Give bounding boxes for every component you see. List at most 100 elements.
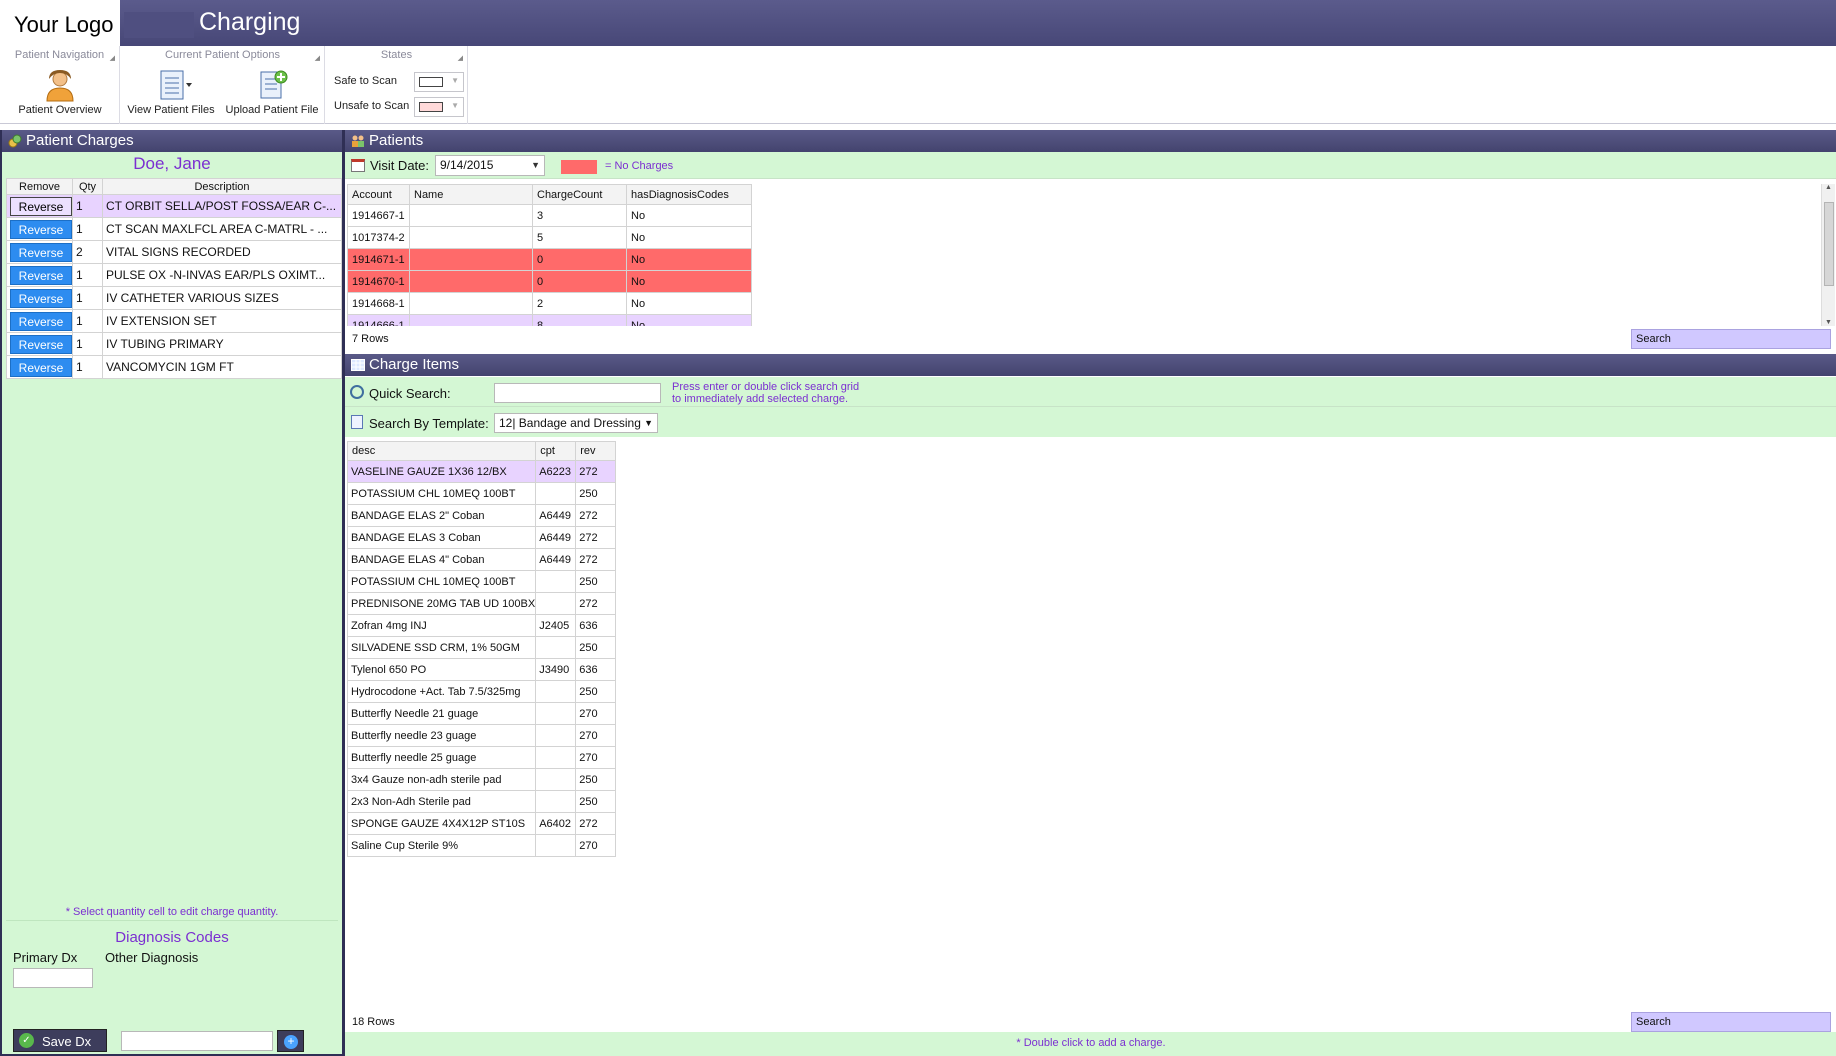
safe-color-picker[interactable]: ▼: [414, 72, 464, 92]
patient-row[interactable]: 1914670-1 0 No: [347, 270, 752, 293]
group-expand-icon[interactable]: ◢: [458, 54, 463, 62]
patient-row[interactable]: 1017374-2 5 No: [347, 226, 752, 249]
chevron-down-icon: ▼: [451, 101, 459, 110]
column-header-rev[interactable]: rev: [575, 441, 617, 461]
hasdiagnosiscodes-cell: No: [626, 270, 752, 293]
chevron-down-icon[interactable]: ▼: [531, 156, 540, 175]
charge-item-row[interactable]: POTASSIUM CHL 10MEQ 100BT 250: [346, 570, 617, 593]
charge-item-row[interactable]: Butterfly Needle 21 guage 270: [346, 702, 617, 725]
visit-date-value: 9/14/2015: [440, 158, 494, 172]
charge-items-search-box[interactable]: Search: [1631, 1012, 1831, 1032]
scroll-down-icon[interactable]: ▼: [1825, 319, 1832, 326]
quick-search-input[interactable]: [494, 383, 661, 403]
reverse-button[interactable]: Reverse: [10, 219, 72, 239]
reverse-button[interactable]: Reverse: [10, 311, 72, 331]
charge-row[interactable]: Reverse 1 IV EXTENSION SET: [6, 309, 342, 333]
charge-item-row[interactable]: Zofran 4mg INJ J2405 636: [346, 614, 617, 637]
chargecount-cell: 3: [532, 204, 627, 227]
column-header-name[interactable]: Name: [409, 184, 533, 205]
charge-item-row[interactable]: Butterfly needle 23 guage 270: [346, 724, 617, 747]
column-header-account[interactable]: Account: [347, 184, 410, 205]
charge-item-row[interactable]: SPONGE GAUZE 4X4X12P ST10S A6402 272: [346, 812, 617, 835]
remove-cell: Reverse: [6, 286, 73, 310]
table-header-row: Remove Qty Description: [6, 178, 342, 195]
desc-cell: Tylenol 650 PO: [346, 658, 537, 681]
description-cell: IV EXTENSION SET: [102, 309, 342, 333]
charge-item-row[interactable]: Saline Cup Sterile 9% 270: [346, 834, 617, 857]
quick-search-label: Quick Search:: [369, 386, 451, 401]
qty-cell[interactable]: 1: [72, 332, 103, 356]
patient-row[interactable]: 1914666-1 8 No: [347, 314, 752, 326]
charge-item-row[interactable]: Hydrocodone +Act. Tab 7.5/325mg 250: [346, 680, 617, 703]
charge-item-row[interactable]: Butterfly needle 25 guage 270: [346, 746, 617, 769]
charge-row[interactable]: Reverse 1 IV TUBING PRIMARY: [6, 332, 342, 356]
qty-cell[interactable]: 1: [72, 355, 103, 379]
reverse-button[interactable]: Reverse: [10, 242, 72, 262]
reverse-button[interactable]: Reverse: [10, 334, 72, 354]
column-header-chargecount[interactable]: ChargeCount: [532, 184, 627, 205]
column-header-cpt[interactable]: cpt: [535, 441, 577, 461]
charge-item-row[interactable]: POTASSIUM CHL 10MEQ 100BT 250: [346, 482, 617, 505]
charge-row[interactable]: Reverse 1 VANCOMYCIN 1GM FT: [6, 355, 342, 379]
other-diagnosis-input[interactable]: [121, 1031, 273, 1051]
cpt-cell: A6223: [535, 460, 577, 483]
patients-search-box[interactable]: Search: [1631, 329, 1831, 349]
scrollbar-thumb[interactable]: [1824, 202, 1834, 286]
qty-cell[interactable]: 1: [72, 194, 103, 218]
table-header-row: Account Name ChargeCount hasDiagnosisCod…: [347, 184, 752, 205]
charge-item-row[interactable]: SILVADENE SSD CRM, 1% 50GM 250: [346, 636, 617, 659]
charge-item-row[interactable]: 2x3 Non-Adh Sterile pad 250: [346, 790, 617, 813]
qty-cell[interactable]: 1: [72, 217, 103, 241]
cpt-cell: [535, 834, 577, 857]
charge-item-row[interactable]: PREDNISONE 20MG TAB UD 100BX 272: [346, 592, 617, 615]
column-header-desc[interactable]: desc: [346, 441, 537, 461]
charge-item-row[interactable]: Tylenol 650 PO J3490 636: [346, 658, 617, 681]
template-select[interactable]: 12| Bandage and Dressing ▼: [494, 413, 658, 433]
visit-date-picker[interactable]: 9/14/2015 ▼: [435, 155, 545, 176]
patient-overview-button[interactable]: Patient Overview: [0, 68, 120, 116]
patient-row[interactable]: 1914671-1 0 No: [347, 248, 752, 271]
charge-row[interactable]: Reverse 1 CT ORBIT SELLA/POST FOSSA/EAR C-…: [6, 194, 342, 218]
charge-items-table: desc cpt rev VASELINE GAUZE 1X36 12/BX A6…: [346, 441, 617, 857]
chevron-down-icon[interactable]: ▼: [644, 414, 653, 432]
charge-row[interactable]: Reverse 1 IV CATHETER VARIOUS SIZES: [6, 286, 342, 310]
charge-item-row[interactable]: BANDAGE ELAS 4" Coban A6449 272: [346, 548, 617, 571]
charge-row[interactable]: Reverse 1 PULSE OX -N-INVAS EAR/PLS OXIMT.…: [6, 263, 342, 287]
reverse-button[interactable]: Reverse: [10, 265, 72, 285]
unsafe-color-picker[interactable]: ▼: [414, 97, 464, 117]
group-expand-icon[interactable]: ◢: [110, 54, 115, 62]
view-patient-files-button[interactable]: View Patient Files: [125, 68, 217, 116]
charge-items-header: Charge Items: [345, 354, 1836, 376]
desc-cell: BANDAGE ELAS 2" Coban: [346, 504, 537, 527]
patients-scrollbar[interactable]: ▲ ▼: [1821, 184, 1835, 326]
rev-cell: 272: [575, 526, 617, 549]
charge-row[interactable]: Reverse 2 VITAL SIGNS RECORDED: [6, 240, 342, 264]
column-header-qty[interactable]: Qty: [72, 178, 103, 195]
charge-row[interactable]: Reverse 1 CT SCAN MAXLFCL AREA C-MATRL - .…: [6, 217, 342, 241]
safe-color-swatch: [419, 77, 443, 87]
group-expand-icon[interactable]: ◢: [315, 54, 320, 62]
charge-item-row[interactable]: BANDAGE ELAS 2" Coban A6449 272: [346, 504, 617, 527]
add-diagnosis-button[interactable]: +: [277, 1030, 304, 1052]
reverse-button[interactable]: Reverse: [10, 288, 72, 308]
patient-row[interactable]: 1914668-1 2 No: [347, 292, 752, 315]
hasdiagnosiscodes-cell: No: [626, 292, 752, 315]
save-dx-button[interactable]: ✓ Save Dx: [13, 1029, 107, 1052]
reverse-button[interactable]: Reverse: [10, 357, 72, 377]
column-header-hasdiagnosiscodes[interactable]: hasDiagnosisCodes: [626, 184, 752, 205]
column-header-description[interactable]: Description: [102, 178, 342, 195]
qty-cell[interactable]: 1: [72, 309, 103, 333]
charge-item-row[interactable]: 3x4 Gauze non-adh sterile pad 250: [346, 768, 617, 791]
scroll-up-icon[interactable]: ▲: [1825, 184, 1832, 191]
upload-patient-file-button[interactable]: Upload Patient File: [219, 68, 325, 116]
patient-row[interactable]: 1914667-1 3 No: [347, 204, 752, 227]
primary-dx-input[interactable]: [13, 968, 93, 988]
reverse-button[interactable]: Reverse: [10, 196, 72, 216]
column-header-remove[interactable]: Remove: [6, 178, 73, 195]
charge-item-row[interactable]: BANDAGE ELAS 3 Coban A6449 272: [346, 526, 617, 549]
qty-cell[interactable]: 1: [72, 286, 103, 310]
charge-item-row[interactable]: VASELINE GAUZE 1X36 12/BX A6223 272: [346, 460, 617, 483]
qty-cell[interactable]: 1: [72, 263, 103, 287]
desc-cell: 3x4 Gauze non-adh sterile pad: [346, 768, 537, 791]
qty-cell[interactable]: 2: [72, 240, 103, 264]
